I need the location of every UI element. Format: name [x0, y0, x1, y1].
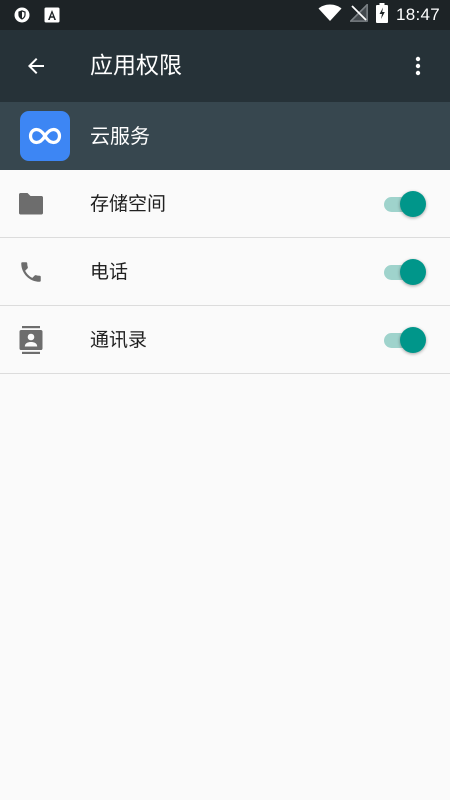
status-time: 18:47 — [395, 5, 440, 24]
notification-icons — [14, 7, 60, 27]
app-icon — [20, 111, 70, 161]
back-button[interactable] — [14, 44, 58, 88]
arrow-back-icon — [28, 58, 44, 74]
permission-toggle[interactable] — [384, 191, 428, 217]
contacts-icon — [16, 325, 46, 355]
infinity-icon — [28, 127, 62, 145]
permission-toggle[interactable] — [384, 327, 428, 353]
letter-a-notification-icon — [44, 7, 60, 27]
switch-thumb — [400, 327, 426, 353]
shield-notification-icon — [14, 7, 30, 27]
status-bar: 18:47 — [0, 0, 450, 30]
app-name: 云服务 — [90, 124, 150, 148]
phone-icon — [16, 257, 46, 287]
permission-toggle[interactable] — [384, 259, 428, 285]
switch-thumb — [400, 191, 426, 217]
permission-label: 通讯录 — [90, 329, 148, 351]
no-sim-icon — [349, 3, 368, 26]
permission-row-phone[interactable]: 电话 — [0, 238, 450, 306]
folder-icon — [16, 189, 46, 219]
permission-label: 电话 — [90, 261, 129, 283]
app-header: 云服务 — [0, 102, 450, 170]
page-title: 应用权限 — [90, 53, 182, 79]
wifi-icon — [318, 4, 342, 26]
permission-list: 存储空间 电话 通讯录 — [0, 170, 450, 374]
more-vert-icon — [415, 56, 421, 76]
more-options-button[interactable] — [396, 44, 440, 88]
permission-label: 存储空间 — [90, 193, 167, 215]
switch-thumb — [400, 259, 426, 285]
permission-row-contacts[interactable]: 通讯录 — [0, 306, 450, 374]
app-bar: 应用权限 — [0, 30, 450, 102]
permission-row-storage[interactable]: 存储空间 — [0, 170, 450, 238]
battery-charging-icon — [375, 3, 388, 27]
app-permissions-screen: 18:47 应用权限 云服务 存储空间 电话 通讯录 — [0, 0, 450, 800]
system-icons: 18:47 — [318, 0, 440, 30]
